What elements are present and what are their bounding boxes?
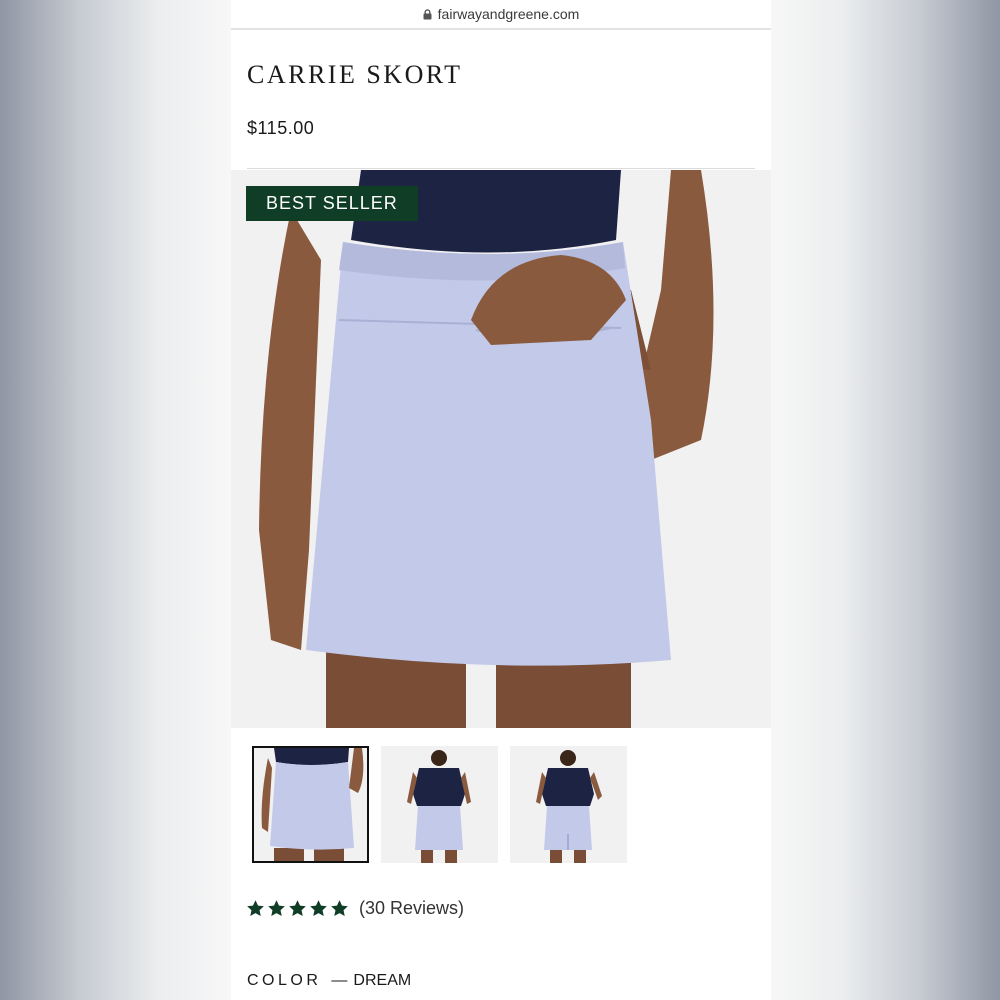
star-rating	[246, 899, 349, 918]
lock-icon	[423, 8, 432, 19]
product-rating[interactable]: (30 Reviews)	[246, 898, 464, 919]
browser-viewport: fairwayandgreene.com CARRIE SKORT $115.0…	[231, 0, 771, 1000]
star-icon	[289, 900, 306, 917]
reviews-link[interactable]: (30 Reviews)	[359, 898, 464, 919]
star-icon	[247, 900, 264, 917]
thumbnail-image	[381, 746, 498, 863]
color-value: DREAM	[353, 972, 412, 989]
color-selector-label: COLOR — DREAM	[247, 972, 411, 990]
address-bar[interactable]: fairwayandgreene.com	[231, 0, 771, 30]
color-separator: —	[331, 972, 348, 989]
thumbnail-image	[254, 748, 367, 861]
thumbnail-strip	[252, 746, 627, 863]
star-icon	[331, 900, 348, 917]
thumbnail-front-full[interactable]	[381, 746, 498, 863]
divider	[247, 168, 755, 169]
thumbnail-front-closeup[interactable]	[252, 746, 369, 863]
thumbnail-image	[510, 746, 627, 863]
star-icon	[268, 900, 285, 917]
main-product-image[interactable]: BEST SELLER	[231, 170, 771, 728]
color-label: COLOR	[247, 972, 322, 989]
url-text[interactable]: fairwayandgreene.com	[438, 6, 580, 22]
best-seller-badge: BEST SELLER	[246, 186, 418, 221]
star-icon	[310, 900, 327, 917]
skort-front-closeup-image	[231, 170, 771, 728]
product-title: CARRIE SKORT	[247, 60, 463, 89]
thumbnail-back-full[interactable]	[510, 746, 627, 863]
product-price: $115.00	[247, 118, 315, 138]
